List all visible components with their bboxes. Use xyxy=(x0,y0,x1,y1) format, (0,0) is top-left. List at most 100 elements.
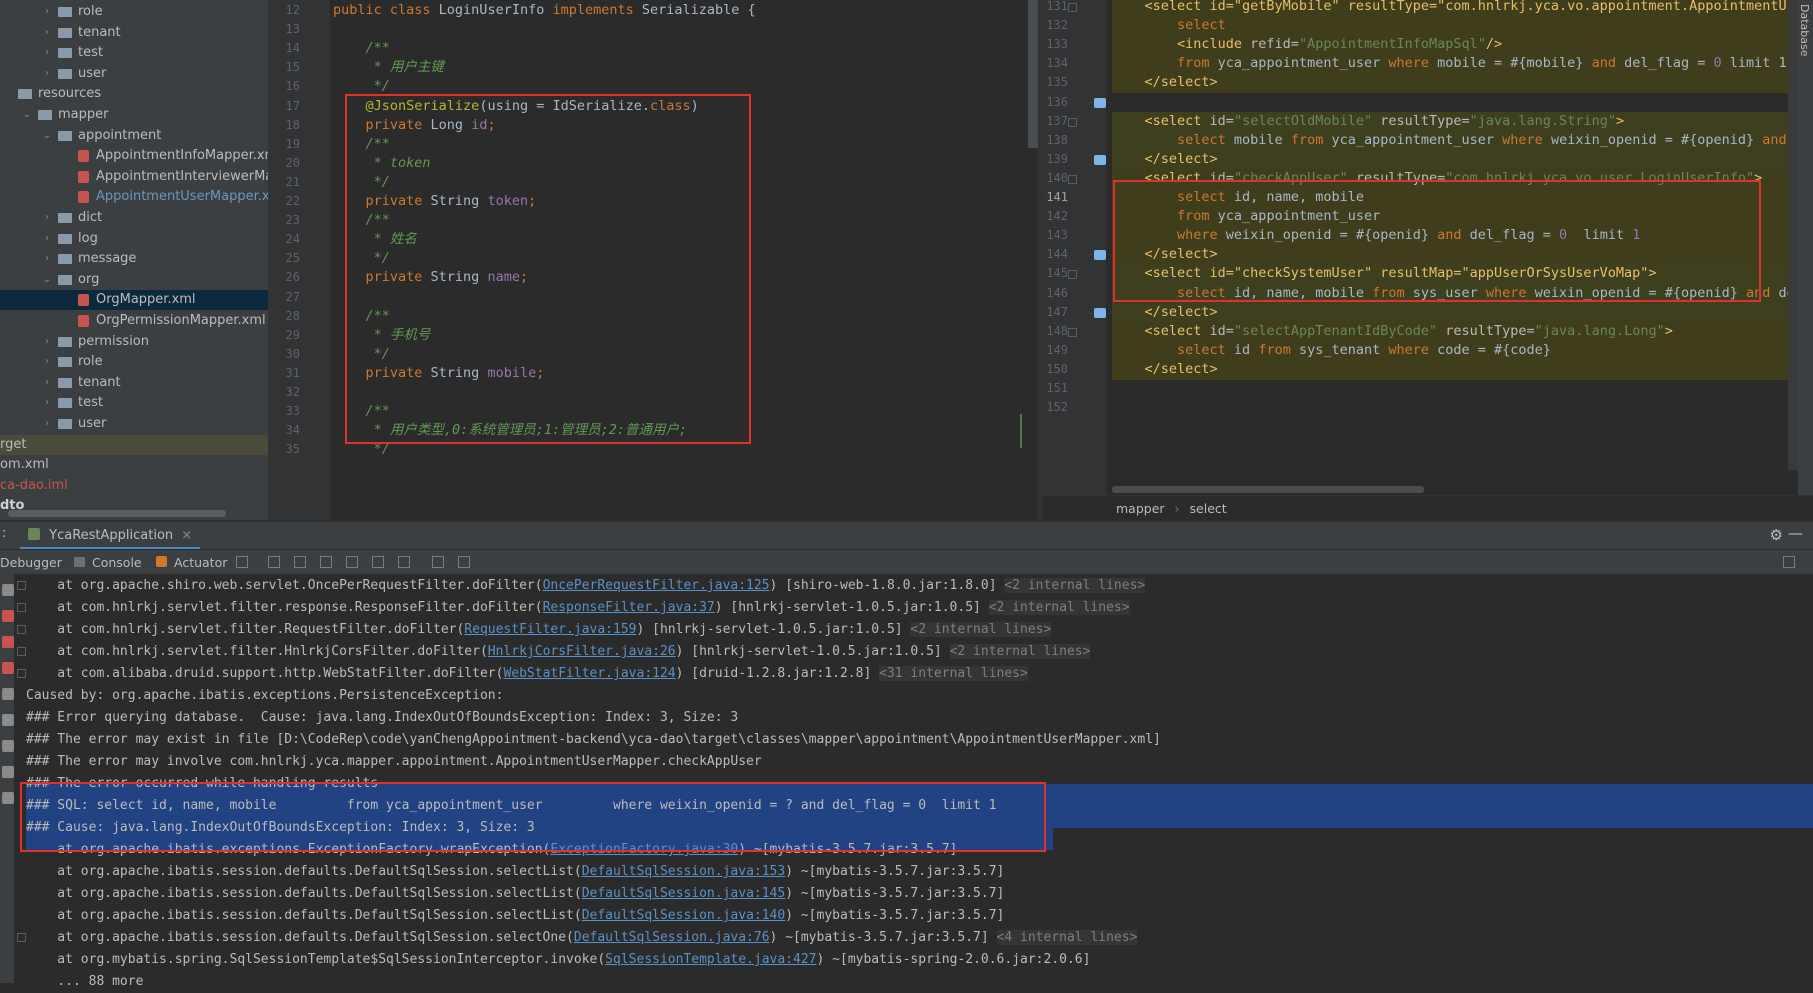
pen-icon[interactable] xyxy=(2,584,14,596)
console-fold-icon[interactable] xyxy=(17,603,26,612)
tree-item-appointmentusermapper-xml[interactable]: AppointmentUserMapper.xml xyxy=(0,187,268,207)
debugger-tab[interactable]: Debugger xyxy=(0,555,62,570)
source-link[interactable]: DefaultSqlSession.java:140 xyxy=(582,908,786,923)
fold-icon[interactable] xyxy=(1068,270,1077,280)
xml-editor-hscrollbar[interactable] xyxy=(1112,486,1424,493)
tree-item-permission[interactable]: › permission xyxy=(0,332,268,352)
internal-lines-fold[interactable]: <31 internal lines> xyxy=(879,666,1028,681)
tree-item-om-xml[interactable]: om.xml xyxy=(0,455,268,475)
source-link[interactable]: DefaultSqlSession.java:145 xyxy=(582,886,786,901)
source-link[interactable]: DefaultSqlSession.java:153 xyxy=(582,864,786,879)
tree-item-c[interactable]: c xyxy=(0,517,268,520)
stop-icon[interactable] xyxy=(2,636,14,648)
sql-dialect-marker-icon[interactable] xyxy=(1094,154,1106,165)
source-link[interactable]: OncePerRequestFilter.java:125 xyxy=(543,578,770,593)
internal-lines-fold[interactable]: <2 internal lines> xyxy=(949,644,1091,659)
internal-lines-fold[interactable]: <2 internal lines> xyxy=(910,622,1052,637)
pin-icon[interactable] xyxy=(2,740,14,752)
source-link[interactable]: ResponseFilter.java:37 xyxy=(543,600,715,615)
resume-icon[interactable] xyxy=(2,610,14,622)
scroll-end-icon[interactable] xyxy=(2,766,14,778)
chevron-right-icon[interactable]: › xyxy=(42,23,52,43)
source-link[interactable]: WebStatFilter.java:124 xyxy=(503,666,675,681)
chevron-right-icon[interactable]: › xyxy=(42,208,52,228)
chevron-down-icon[interactable]: ⌄ xyxy=(22,105,32,125)
tree-item-log[interactable]: › log xyxy=(0,229,268,249)
console-fold-icon[interactable] xyxy=(17,647,26,656)
settings-icon[interactable] xyxy=(2,714,14,726)
chevron-right-icon[interactable]: › xyxy=(42,373,52,393)
console-output[interactable]: at org.apache.shiro.web.servlet.OncePerR… xyxy=(0,574,1813,989)
chevron-right-icon[interactable]: › xyxy=(42,229,52,249)
project-tree[interactable]: › role › tenant › test › user resources ⌄ mapper ⌄ a… xyxy=(0,0,268,520)
gear-icon[interactable]: ⚙ xyxy=(1770,526,1783,544)
tree-item-ca-dao-iml[interactable]: ca-dao.iml xyxy=(0,476,268,496)
run-tab[interactable]: YcaRestApplication × xyxy=(20,522,201,550)
console-tab[interactable]: Console xyxy=(92,555,142,570)
chevron-right-icon[interactable]: › xyxy=(42,64,52,84)
tree-item-dict[interactable]: › dict xyxy=(0,208,268,228)
tree-item-test[interactable]: › test xyxy=(0,43,268,63)
close-icon[interactable]: × xyxy=(181,528,192,543)
tree-item-resources[interactable]: resources xyxy=(0,84,268,104)
chevron-down-icon[interactable]: ⌄ xyxy=(42,270,52,290)
chevron-right-icon[interactable]: › xyxy=(42,352,52,372)
tree-item-role[interactable]: › role xyxy=(0,352,268,372)
chevron-right-icon[interactable]: › xyxy=(42,393,52,413)
tree-item-orgpermissionmapper-xml[interactable]: OrgPermissionMapper.xml xyxy=(0,311,268,331)
tree-item-mapper[interactable]: ⌄ mapper xyxy=(0,105,268,125)
console-fold-icon[interactable] xyxy=(17,933,26,942)
tree-item-user[interactable]: › user xyxy=(0,64,268,84)
tree-item-orgmapper-xml[interactable]: OrgMapper.xml xyxy=(0,290,268,311)
run-to-cursor-icon[interactable] xyxy=(398,556,410,568)
tree-item-appointmentinfomapper-xml[interactable]: AppointmentInfoMapper.xml xyxy=(0,146,268,166)
xml-editor-vscrollbar[interactable] xyxy=(1788,0,1798,470)
tree-item-tenant[interactable]: › tenant xyxy=(0,373,268,393)
xml-breadcrumb[interactable]: mapper › select xyxy=(1042,495,1813,522)
source-link[interactable]: DefaultSqlSession.java:76 xyxy=(574,930,770,945)
tree-item-appointment[interactable]: ⌄ appointment xyxy=(0,126,268,146)
actuator-tab[interactable]: Actuator xyxy=(174,555,227,570)
layout-icon[interactable] xyxy=(1783,556,1795,568)
mute-breakpoints-icon[interactable] xyxy=(2,688,14,700)
tree-item-appointmentinterviewermapper-[interactable]: AppointmentInterviewerMapper. xyxy=(0,167,268,187)
tree-item-tenant[interactable]: › tenant xyxy=(0,23,268,43)
source-link[interactable]: HnlrkjCorsFilter.java:26 xyxy=(488,644,676,659)
tree-item-message[interactable]: › message xyxy=(0,249,268,269)
view-breakpoints-icon[interactable] xyxy=(2,662,14,674)
fold-icon[interactable] xyxy=(1068,117,1077,127)
chevron-right-icon[interactable]: › xyxy=(42,414,52,434)
chevron-right-icon[interactable]: › xyxy=(42,332,52,352)
fold-icon[interactable] xyxy=(1068,174,1077,184)
drop-frame-icon[interactable] xyxy=(372,556,384,568)
sql-dialect-marker-icon[interactable] xyxy=(1094,97,1106,108)
trace-icon[interactable] xyxy=(458,556,470,568)
fold-icon[interactable] xyxy=(1068,327,1077,337)
breadcrumb-mapper[interactable]: mapper xyxy=(1116,501,1165,516)
tree-item-org[interactable]: ⌄ org xyxy=(0,270,268,290)
internal-lines-fold[interactable]: <4 internal lines> xyxy=(996,930,1138,945)
console-fold-icon[interactable] xyxy=(17,669,26,678)
minimize-icon[interactable]: — xyxy=(1788,524,1803,542)
breadcrumb-select[interactable]: select xyxy=(1190,501,1227,516)
sql-dialect-marker-icon[interactable] xyxy=(1094,307,1106,318)
console-fold-icon[interactable] xyxy=(17,625,26,634)
step-into-icon[interactable] xyxy=(294,556,306,568)
fold-icon[interactable] xyxy=(1068,3,1077,12)
chevron-down-icon[interactable]: ⌄ xyxy=(42,126,52,146)
tree-scrollbar[interactable] xyxy=(8,510,226,517)
evaluate-icon[interactable] xyxy=(432,556,444,568)
console-fold-icon[interactable] xyxy=(17,581,26,590)
list-icon[interactable] xyxy=(236,556,248,568)
tree-item-test[interactable]: › test xyxy=(0,393,268,413)
source-link[interactable]: SqlSessionTemplate.java:427 xyxy=(605,952,816,967)
sql-dialect-marker-icon[interactable] xyxy=(1094,250,1106,261)
tree-item-rget[interactable]: rget xyxy=(0,434,268,455)
internal-lines-fold[interactable]: <2 internal lines> xyxy=(988,600,1130,615)
source-link[interactable]: RequestFilter.java:159 xyxy=(464,622,636,637)
database-side-panel[interactable]: Database xyxy=(1798,0,1813,495)
tree-item-role[interactable]: › role xyxy=(0,2,268,22)
database-side-label[interactable]: Database xyxy=(1798,4,1811,57)
tree-item-user[interactable]: › user xyxy=(0,414,268,434)
chevron-right-icon[interactable]: › xyxy=(42,2,52,22)
